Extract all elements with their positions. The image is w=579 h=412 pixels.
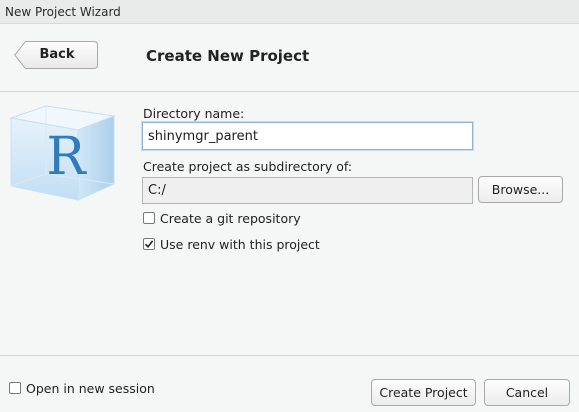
footer-divider	[0, 355, 579, 356]
directory-name-input[interactable]	[142, 122, 473, 150]
git-repo-label: Create a git repository	[160, 210, 301, 226]
git-repo-option[interactable]: Create a git repository	[143, 210, 301, 226]
renv-option[interactable]: Use renv with this project	[143, 236, 320, 252]
subdirectory-input[interactable]	[142, 177, 473, 204]
r-letter: R	[46, 127, 87, 187]
cancel-button[interactable]: Cancel	[484, 379, 570, 406]
wizard-header: Back Create New Project	[0, 24, 579, 92]
renv-checkbox[interactable]	[143, 238, 155, 250]
window-title: New Project Wizard	[5, 5, 121, 19]
check-mark-icon	[144, 240, 154, 249]
back-button-label: Back	[39, 47, 75, 62]
back-button[interactable]: Back	[14, 41, 98, 69]
open-new-session-label: Open in new session	[26, 380, 155, 396]
page-title: Create New Project	[146, 47, 310, 65]
create-project-button[interactable]: Create Project	[371, 379, 476, 406]
subdirectory-label: Create project as subdirectory of:	[143, 159, 353, 174]
r-cube-logo-icon: R	[9, 105, 116, 201]
git-repo-checkbox[interactable]	[143, 212, 155, 224]
title-bar: New Project Wizard	[0, 0, 579, 24]
renv-label: Use renv with this project	[160, 236, 320, 252]
directory-name-label: Directory name:	[143, 106, 245, 121]
open-new-session-checkbox[interactable]	[9, 382, 21, 394]
browse-button[interactable]: Browse...	[478, 176, 563, 203]
open-new-session-option[interactable]: Open in new session	[9, 380, 155, 396]
